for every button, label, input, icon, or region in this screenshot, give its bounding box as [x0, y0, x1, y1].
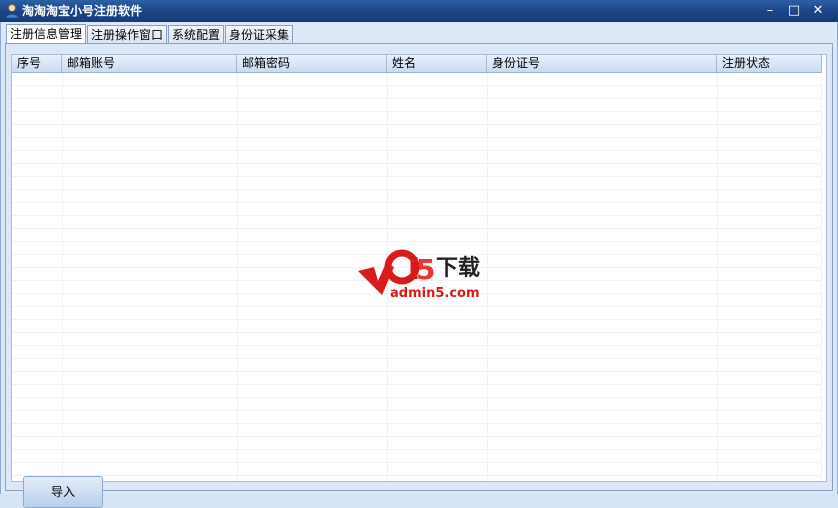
watermark-url: admin5.com	[390, 286, 480, 301]
column-header-email-account[interactable]: 邮箱账号	[62, 55, 237, 72]
close-button[interactable]: ✕	[808, 2, 828, 20]
grid-header: 序号 邮箱账号 邮箱密码 姓名 身份证号 注册状态	[12, 55, 822, 73]
grid-column-divider	[717, 73, 718, 481]
data-grid[interactable]: 序号 邮箱账号 邮箱密码 姓名 身份证号 注册状态 5 下载 admin5.co…	[11, 54, 827, 482]
column-header-index[interactable]: 序号	[12, 55, 62, 72]
tab-system-config[interactable]: 系统配置	[168, 25, 225, 43]
column-header-status[interactable]: 注册状态	[717, 55, 822, 72]
watermark-brand-number: 5	[416, 253, 435, 286]
title-bar: 淘淘淘宝小号注册软件 – □ ✕	[0, 0, 838, 22]
grid-column-divider	[237, 73, 238, 481]
column-header-name[interactable]: 姓名	[387, 55, 487, 72]
window-body: 注册信息管理 注册操作窗口 系统配置 身份证采集 序号 邮箱账号 邮箱密码 姓名…	[0, 22, 838, 508]
tab-strip: 注册信息管理 注册操作窗口 系统配置 身份证采集	[6, 24, 294, 44]
grid-column-divider	[62, 73, 63, 481]
watermark-logo: 5 下载 admin5.com	[358, 249, 480, 301]
minimize-button[interactable]: –	[760, 2, 780, 20]
tab-panel: 序号 邮箱账号 邮箱密码 姓名 身份证号 注册状态 5 下载 admin5.co…	[5, 43, 833, 508]
maximize-button[interactable]: □	[784, 2, 804, 20]
tab-id-collection[interactable]: 身份证采集	[225, 25, 294, 43]
tab-registration-operation[interactable]: 注册操作窗口	[87, 25, 168, 43]
watermark-title: 下载	[436, 255, 480, 281]
import-button[interactable]: 导入	[23, 476, 103, 508]
user-app-icon	[5, 4, 19, 19]
column-header-email-password[interactable]: 邮箱密码	[237, 55, 387, 72]
column-header-id-number[interactable]: 身份证号	[487, 55, 717, 72]
window-title: 淘淘淘宝小号注册软件	[22, 4, 143, 18]
grid-column-divider	[821, 73, 822, 481]
tab-registration-info[interactable]: 注册信息管理	[6, 24, 87, 44]
